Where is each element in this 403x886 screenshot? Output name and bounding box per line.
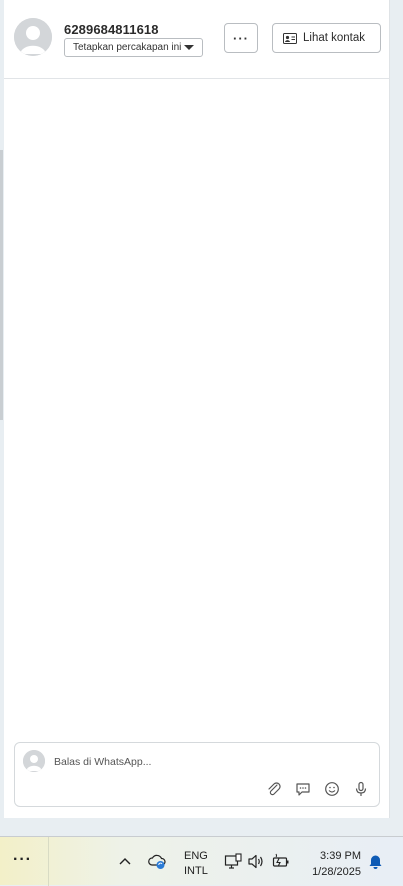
notification-bell-icon[interactable]: [368, 854, 383, 870]
input-language-indicator[interactable]: ENG INTL: [184, 849, 208, 879]
language-code: ENG: [184, 850, 208, 862]
reply-input-placeholder[interactable]: Balas di WhatsApp...: [54, 756, 151, 768]
chevron-up-icon[interactable]: [118, 855, 132, 867]
reply-composer[interactable]: Balas di WhatsApp...: [14, 742, 380, 807]
contact-card-icon: [283, 32, 297, 44]
contact-name: 6289684811618: [64, 22, 159, 37]
taskbar-more-button[interactable]: ···: [13, 851, 32, 869]
clock-time: 3:39 PM: [320, 850, 361, 862]
speaker-icon[interactable]: [247, 853, 265, 870]
person-silhouette-icon: [23, 750, 45, 772]
pin-dropdown-label: Tetapkan percakapan ini: [73, 42, 182, 53]
taskbar-clock[interactable]: 3:39 PM 1/28/2025: [303, 848, 361, 880]
view-contact-button[interactable]: Lihat kontak: [272, 23, 381, 53]
conversation-panel: 6289684811618 Tetapkan percakapan ini ··…: [4, 0, 390, 818]
network-icon[interactable]: [224, 853, 242, 870]
taskbar-divider: [48, 837, 49, 886]
clock-date: 1/28/2025: [312, 866, 361, 878]
app-window: 6289684811618 Tetapkan percakapan ini ··…: [0, 0, 403, 836]
chat-bubble-icon[interactable]: [295, 781, 311, 797]
keyboard-layout: INTL: [184, 865, 208, 877]
windows-taskbar: ··· ENG INTL 3:39 PM 1/28/2025: [0, 836, 403, 886]
paperclip-icon[interactable]: [266, 781, 282, 797]
pin-conversation-dropdown[interactable]: Tetapkan percakapan ini: [64, 38, 203, 57]
microphone-icon[interactable]: [353, 781, 369, 797]
composer-tools: [266, 781, 369, 797]
caret-down-icon: [184, 45, 194, 50]
person-silhouette-icon: [14, 18, 52, 56]
battery-charging-icon[interactable]: [272, 853, 290, 870]
conversation-header: 6289684811618 Tetapkan percakapan ini ··…: [4, 0, 390, 79]
smiley-icon[interactable]: [324, 781, 340, 797]
cloud-sync-icon[interactable]: [148, 853, 166, 870]
window-scrollbar[interactable]: [0, 150, 3, 420]
view-contact-label: Lihat kontak: [303, 32, 366, 44]
more-options-button[interactable]: ···: [224, 23, 258, 53]
